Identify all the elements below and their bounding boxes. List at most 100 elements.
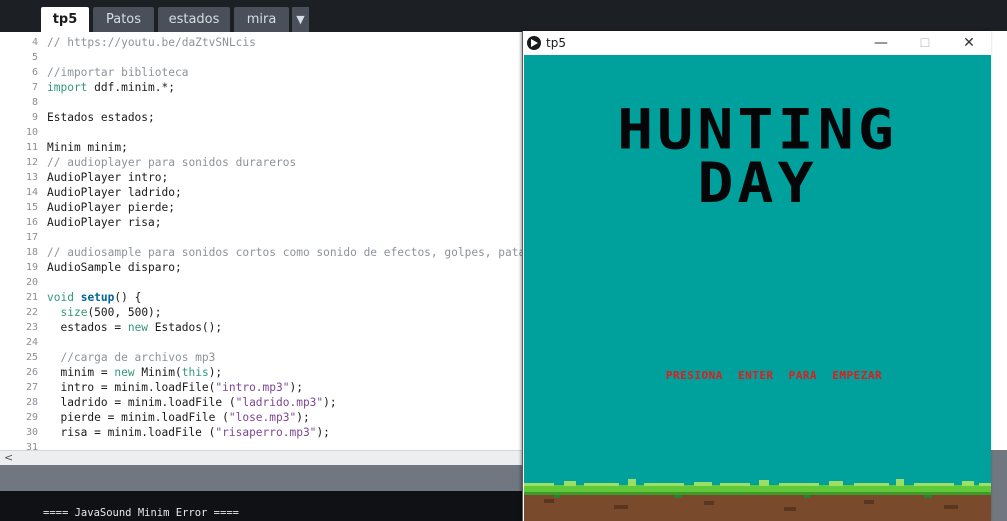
code-token: ); — [296, 411, 310, 424]
code-line[interactable]: 20 — [0, 275, 522, 290]
code-token: this — [181, 366, 209, 379]
editor-right-edge-bottom — [990, 450, 1007, 521]
code-token: // https://youtu.be/daZtvSNLcis — [47, 36, 256, 49]
code-text: AudioSample disparo; — [47, 260, 182, 275]
code-text: ladrido = minim.loadFile ("ladrido.mp3")… — [47, 395, 337, 410]
status-bar — [0, 465, 522, 491]
code-line[interactable]: 14 AudioPlayer ladrido; — [0, 185, 522, 200]
code-token: new — [127, 321, 149, 334]
code-text: AudioPlayer ladrido; — [47, 185, 182, 200]
code-line[interactable]: 29 pierde = minim.loadFile ("lose.mp3"); — [0, 410, 522, 425]
code-text: pierde = minim.loadFile ("lose.mp3"); — [47, 410, 310, 425]
sketch-window: tp5 — ☐ ✕ HUNTING DAY PRESIONA ENTER PAR… — [522, 31, 991, 521]
code-token: ); — [323, 396, 337, 409]
code-line[interactable]: 22 size(500, 500); — [0, 305, 522, 320]
code-token: ); — [208, 366, 223, 379]
code-line[interactable]: 10 — [0, 125, 522, 140]
code-token: AudioPlayer ladrido; — [47, 186, 182, 199]
code-token: setup — [80, 291, 115, 304]
sketch-titlebar[interactable]: tp5 — ☐ ✕ — [523, 31, 991, 55]
code-line[interactable]: 11 Minim minim; — [0, 140, 522, 155]
code-token: ); — [316, 426, 330, 439]
code-token: //importar biblioteca — [47, 66, 189, 79]
code-text: Minim minim; — [47, 140, 128, 155]
code-text: // audioplayer para sonidos durareros — [47, 155, 296, 170]
code-token: ladrido = minim.loadFile ( — [47, 396, 236, 409]
code-token: Estados(); — [148, 321, 223, 334]
code-token: AudioSample disparo; — [47, 261, 182, 274]
game-title-line2: DAY — [697, 151, 818, 216]
sketch-window-title: tp5 — [546, 36, 566, 50]
code-token: minim = — [47, 366, 115, 379]
code-line[interactable]: 5 — [0, 50, 522, 65]
code-text: void setup() { — [47, 290, 141, 305]
close-button[interactable]: ✕ — [947, 31, 991, 55]
line-number: 12 — [25, 157, 38, 168]
code-line[interactable]: 23 estados = new Estados(); — [0, 320, 522, 335]
code-line[interactable]: 26 minim = new Minim(this); — [0, 365, 522, 380]
line-number: 24 — [25, 337, 38, 348]
minimize-button[interactable]: — — [859, 31, 903, 55]
code-token: // audiosample para sonidos cortos como … — [47, 246, 522, 259]
code-line[interactable]: 7 import ddf.minim.*; — [0, 80, 522, 95]
chevron-down-icon[interactable]: ▼ — [292, 7, 309, 32]
code-token: //carga de archivos mp3 — [47, 351, 216, 364]
code-line[interactable]: 24 — [0, 335, 522, 350]
line-number: 13 — [25, 172, 38, 183]
code-text: estados = new Estados(); — [47, 320, 222, 335]
code-line[interactable]: 12 // audioplayer para sonidos durareros — [0, 155, 522, 170]
line-number: 11 — [25, 142, 38, 153]
code-line[interactable]: 13 AudioPlayer intro; — [0, 170, 522, 185]
game-canvas[interactable]: HUNTING DAY PRESIONA ENTER PARA EMPEZAR — [524, 55, 991, 521]
code-line[interactable]: 28 ladrido = minim.loadFile ("ladrido.mp… — [0, 395, 522, 410]
code-token: Estados estados; — [47, 111, 155, 124]
horizontal-scrollbar[interactable]: < — [0, 450, 522, 465]
tab-estados[interactable]: estados — [158, 7, 230, 32]
line-number: 30 — [25, 427, 38, 438]
code-line[interactable]: 4 // https://youtu.be/daZtvSNLcis — [0, 35, 522, 50]
line-number: 20 — [25, 277, 38, 288]
code-line[interactable]: 15 AudioPlayer pierde; — [0, 200, 522, 215]
code-line[interactable]: 16 AudioPlayer risa; — [0, 215, 522, 230]
line-number: 9 — [31, 112, 38, 123]
code-line[interactable]: 27 intro = minim.loadFile("intro.mp3"); — [0, 380, 522, 395]
code-line[interactable]: 25 //carga de archivos mp3 — [0, 350, 522, 365]
code-line[interactable]: 8 — [0, 95, 522, 110]
code-line[interactable]: 21 void setup() { — [0, 290, 522, 305]
code-token: () { — [114, 291, 142, 304]
code-line[interactable]: 19 AudioSample disparo; — [0, 260, 522, 275]
code-line[interactable]: 18 // audiosample para sonidos cortos com… — [0, 245, 522, 260]
code-editor[interactable]: 4 // https://youtu.be/daZtvSNLcis 5 6 //impo… — [0, 32, 522, 450]
code-line[interactable]: 30 risa = minim.loadFile ("risaperro.mp3… — [0, 425, 522, 440]
code-token: AudioPlayer intro; — [47, 171, 169, 184]
code-text: // audiosample para sonidos cortos como … — [47, 245, 522, 260]
code-text: size(500, 500); — [47, 305, 161, 320]
code-line[interactable]: 6 //importar biblioteca — [0, 65, 522, 80]
line-number: 6 — [31, 67, 38, 78]
code-token: ); — [289, 381, 303, 394]
code-token: Minim minim; — [47, 141, 128, 154]
code-token: import — [47, 81, 88, 94]
code-token: estados = — [47, 321, 128, 334]
maximize-button[interactable]: ☐ — [903, 31, 947, 55]
code-line[interactable]: 31 — [0, 440, 522, 450]
console-panel: ==== JavaSound Minim Error ==== — [0, 491, 522, 521]
code-token: pierde = minim.loadFile ( — [47, 411, 229, 424]
line-number: 4 — [31, 37, 38, 48]
code-text: //importar biblioteca — [47, 65, 188, 80]
tab-tp5[interactable]: tp5 — [41, 7, 89, 32]
code-token: Minim( — [134, 366, 182, 379]
line-number: 10 — [25, 127, 38, 138]
code-line[interactable]: 9 Estados estados; — [0, 110, 522, 125]
line-number: 26 — [25, 367, 38, 378]
code-line[interactable]: 17 — [0, 230, 522, 245]
tab-patos[interactable]: Patos — [93, 7, 154, 32]
line-number: 29 — [25, 412, 38, 423]
tab-mira[interactable]: mira — [234, 7, 289, 32]
line-number: 25 — [25, 352, 38, 363]
code-token: AudioPlayer pierde; — [47, 201, 175, 214]
code-text: Estados estados; — [47, 110, 155, 125]
scroll-left-arrow-icon[interactable]: < — [4, 451, 13, 465]
